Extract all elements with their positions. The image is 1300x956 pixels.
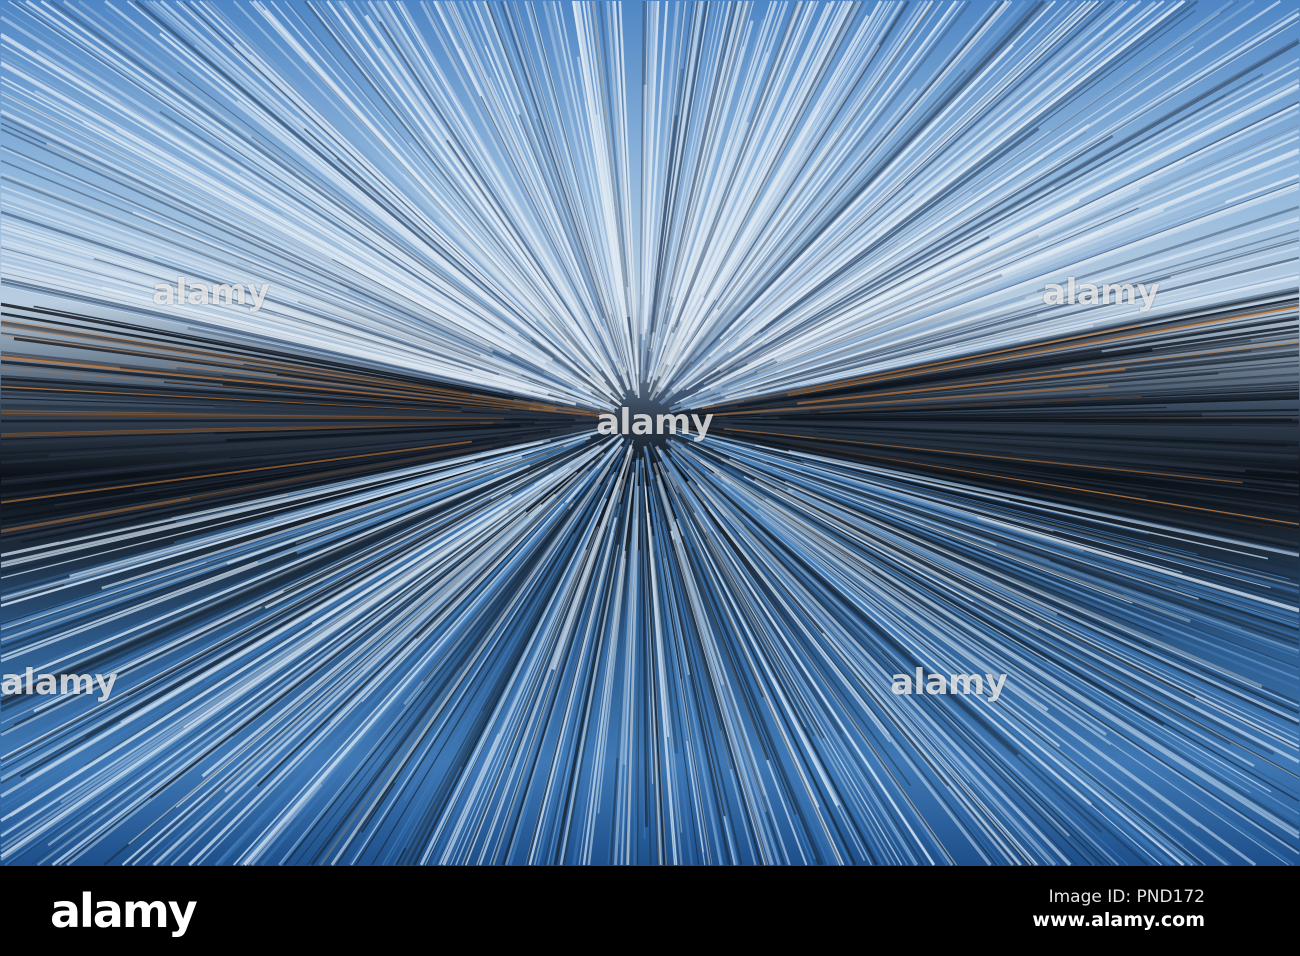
website-link: www.alamy.com [1032,909,1205,931]
watermark: alamy [596,402,714,443]
zoom-burst-photo: alamy alamy alamy alamy alamy [0,0,1300,866]
footer-bar: alamy Image ID: PND172 www.alamy.com [0,866,1300,956]
watermark: alamy [152,272,270,313]
watermark: alamy [0,662,118,703]
watermark: alamy [890,662,1008,703]
image-id: Image ID: PND172 [1048,887,1205,907]
alamy-logo: alamy [50,884,198,938]
stock-image: alamy alamy alamy alamy alamy alamy Imag… [0,0,1300,956]
watermark: alamy [1042,272,1160,313]
